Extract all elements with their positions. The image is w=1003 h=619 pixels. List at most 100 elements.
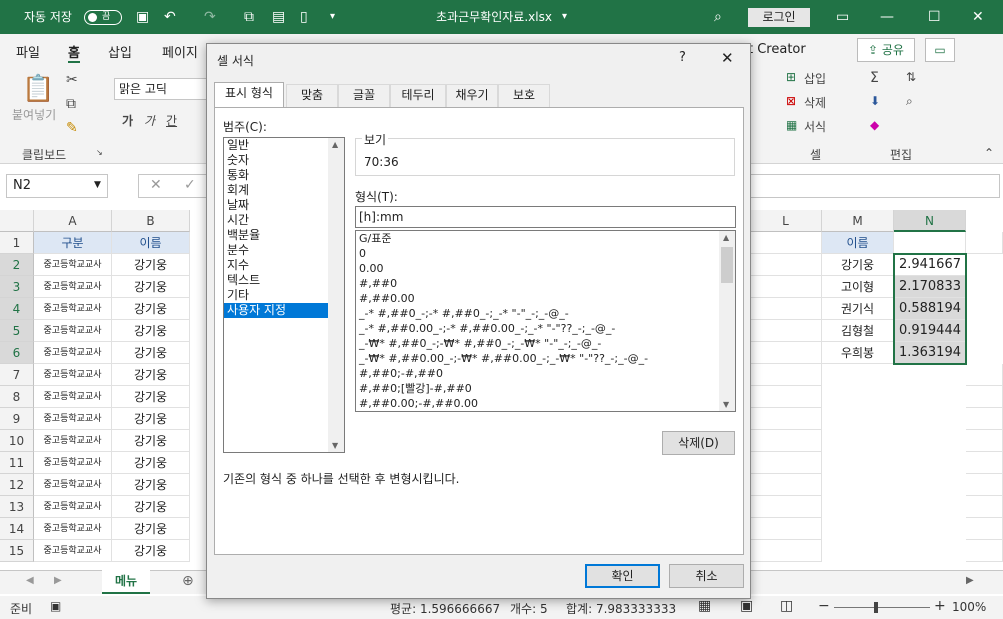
autosum-icon[interactable]: Σ bbox=[870, 70, 879, 86]
table-cell[interactable] bbox=[966, 474, 1003, 496]
table-cell[interactable] bbox=[750, 496, 822, 518]
sort-filter-icon[interactable]: ⇅ bbox=[906, 70, 916, 84]
delete-cells-button[interactable]: 삭제 bbox=[804, 94, 826, 111]
column-a-header-cell[interactable]: 구분 bbox=[34, 232, 112, 254]
scroll-right-icon[interactable]: ▶ bbox=[966, 575, 974, 586]
table-cell[interactable]: 중고등학교교사 bbox=[34, 342, 112, 364]
tab-page[interactable]: 페이지 bbox=[162, 42, 198, 61]
format-code-item[interactable]: #,##0;[빨강]-#,##0 bbox=[356, 381, 719, 396]
table-cell[interactable]: 권기식 bbox=[822, 298, 894, 320]
redo-icon[interactable]: ↷ bbox=[204, 8, 216, 26]
table-cell[interactable]: 강기웅 bbox=[112, 474, 190, 496]
row-header[interactable]: 15 bbox=[0, 540, 34, 562]
column-header-a[interactable]: A bbox=[34, 210, 112, 232]
column-b-header-cell[interactable]: 이름 bbox=[112, 232, 190, 254]
row-header[interactable]: 13 bbox=[0, 496, 34, 518]
login-button[interactable]: 로그인 bbox=[748, 8, 810, 27]
format-cells-icon[interactable]: ▦ bbox=[786, 118, 797, 132]
find-icon[interactable]: ⌕ bbox=[906, 94, 913, 109]
delete-format-button[interactable]: 삭제(D) bbox=[662, 431, 735, 455]
table-cell[interactable]: 중고등학교교사 bbox=[34, 276, 112, 298]
table-cell[interactable]: 강기웅 bbox=[112, 408, 190, 430]
row-header[interactable]: 2 bbox=[0, 254, 34, 276]
table-cell[interactable]: 강기웅 bbox=[112, 518, 190, 540]
table-cell[interactable] bbox=[750, 276, 822, 298]
table-cell[interactable] bbox=[966, 430, 1003, 452]
format-scrollbar[interactable]: ▲ ▼ bbox=[719, 231, 735, 411]
table-cell[interactable]: 중고등학교교사 bbox=[34, 518, 112, 540]
table-cell[interactable]: 고이형 bbox=[822, 276, 894, 298]
share-button[interactable]: ⇪ 공유 bbox=[857, 38, 915, 62]
name-box[interactable]: N2 bbox=[6, 174, 108, 198]
camera-icon[interactable]: ⧉ bbox=[244, 8, 254, 26]
row-header[interactable]: 10 bbox=[0, 430, 34, 452]
table-cell[interactable]: 강기웅 bbox=[112, 430, 190, 452]
scroll-down-icon[interactable]: ▼ bbox=[723, 400, 729, 409]
format-code-item[interactable]: #,##0.00;-#,##0.00 bbox=[356, 396, 719, 411]
table-cell[interactable] bbox=[750, 232, 822, 254]
chevron-down-icon[interactable]: ▼ bbox=[94, 180, 101, 190]
undo-icon[interactable]: ↶ bbox=[164, 8, 176, 26]
zoom-slider[interactable] bbox=[834, 607, 930, 608]
cut-icon[interactable]: ✂ bbox=[66, 72, 78, 88]
tab-border[interactable]: 테두리 bbox=[390, 84, 446, 107]
category-item[interactable]: 사용자 지정 bbox=[224, 303, 328, 318]
format-code-item[interactable]: G/표준 bbox=[356, 231, 719, 246]
tab-creator[interactable]: t Creator bbox=[748, 42, 806, 57]
table-cell[interactable]: 중고등학교교사 bbox=[34, 430, 112, 452]
row-header[interactable]: 11 bbox=[0, 452, 34, 474]
scrollbar-thumb[interactable] bbox=[721, 247, 733, 283]
table-cell[interactable] bbox=[750, 298, 822, 320]
copy-icon[interactable]: ⧉ bbox=[66, 96, 76, 112]
row-header[interactable]: 14 bbox=[0, 518, 34, 540]
table-cell[interactable]: 강기웅 bbox=[112, 320, 190, 342]
column-header-b[interactable]: B bbox=[112, 210, 190, 232]
table-cell[interactable]: 중고등학교교사 bbox=[34, 452, 112, 474]
table-cell[interactable] bbox=[750, 452, 822, 474]
zoom-out-icon[interactable]: − bbox=[818, 598, 830, 614]
table-cell[interactable]: 강기웅 bbox=[112, 298, 190, 320]
table-cell[interactable] bbox=[750, 320, 822, 342]
category-item[interactable]: 지수 bbox=[224, 258, 328, 273]
paste-button[interactable]: 붙여넣기 bbox=[12, 106, 56, 123]
category-list[interactable]: 일반 숫자 통화 회계 날짜 시간 백분율 분수 지수 텍스트 기타 사용자 지정 ▲ ▼ bbox=[223, 137, 345, 453]
tab-protection[interactable]: 보호 bbox=[498, 84, 550, 107]
category-item[interactable]: 기타 bbox=[224, 288, 328, 303]
italic-button[interactable]: 가 bbox=[144, 112, 155, 129]
tab-home[interactable]: 홈 bbox=[68, 42, 80, 63]
format-code-item[interactable]: _-₩* #,##0.00_-;-₩* #,##0.00_-;_-₩* "-"?… bbox=[356, 351, 719, 366]
format-code-item[interactable]: #,##0 bbox=[356, 276, 719, 291]
table-cell[interactable]: 강기웅 bbox=[822, 254, 894, 276]
format-cells-button[interactable]: 서식 bbox=[804, 118, 826, 135]
row-header[interactable]: 8 bbox=[0, 386, 34, 408]
category-item[interactable]: 숫자 bbox=[224, 153, 328, 168]
close-icon[interactable]: ✕ bbox=[972, 8, 984, 26]
zoom-in-icon[interactable]: + bbox=[934, 598, 946, 614]
new-file-icon[interactable]: ▯ bbox=[300, 8, 308, 26]
category-item[interactable]: 백분율 bbox=[224, 228, 328, 243]
format-code-item[interactable]: #,##0;-#,##0 bbox=[356, 366, 719, 381]
table-cell[interactable] bbox=[750, 386, 822, 408]
table-cell[interactable]: 강기웅 bbox=[112, 386, 190, 408]
format-code-item[interactable]: _-* #,##0_-;-* #,##0_-;_-* "-"_-;_-@_- bbox=[356, 306, 719, 321]
category-item[interactable]: 날짜 bbox=[224, 198, 328, 213]
category-item[interactable]: 통화 bbox=[224, 168, 328, 183]
insert-cells-icon[interactable]: ⊞ bbox=[786, 70, 796, 84]
table-cell[interactable]: 중고등학교교사 bbox=[34, 474, 112, 496]
table-cell[interactable]: 중고등학교교사 bbox=[34, 386, 112, 408]
column-header-n[interactable]: N bbox=[894, 210, 966, 232]
table-cell[interactable] bbox=[966, 496, 1003, 518]
next-sheet-icon[interactable]: ▶ bbox=[54, 575, 62, 586]
format-painter-icon[interactable]: ✎ bbox=[66, 120, 78, 136]
table-cell[interactable] bbox=[966, 540, 1003, 562]
table-cell[interactable] bbox=[894, 232, 966, 254]
scroll-down-icon[interactable]: ▼ bbox=[332, 441, 338, 450]
format-code-item[interactable]: 0 bbox=[356, 246, 719, 261]
select-all-corner[interactable] bbox=[0, 210, 34, 232]
table-cell[interactable]: 강기웅 bbox=[112, 364, 190, 386]
category-item[interactable]: 텍스트 bbox=[224, 273, 328, 288]
save-icon[interactable]: ▣ bbox=[136, 8, 149, 26]
page-layout-icon[interactable]: ▣ bbox=[740, 598, 753, 614]
zoom-slider-thumb[interactable] bbox=[874, 602, 878, 613]
column-m-header-cell[interactable]: 이름 bbox=[822, 232, 894, 254]
